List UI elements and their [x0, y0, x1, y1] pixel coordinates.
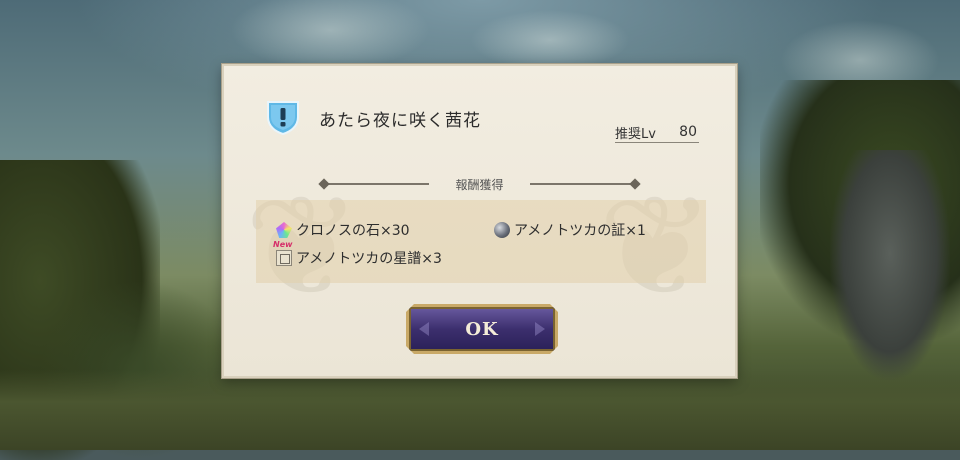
- recommended-level-label: 推奨Lv: [615, 126, 656, 142]
- background-grass: [0, 370, 960, 450]
- chronos-stone-icon: [276, 222, 292, 238]
- reward-label: アメノトツカの証×1: [514, 223, 646, 239]
- shield-exclamation-icon: [267, 101, 299, 135]
- reward-list: クロノスの石×30 アメノトツカの証×1 New アメノトツカの星譜×3: [256, 200, 706, 283]
- cloud: [470, 10, 630, 70]
- section-title: 報酬獲得: [455, 178, 504, 192]
- recommended-level: 推奨Lv 80: [615, 122, 699, 143]
- background-rock: [830, 150, 950, 380]
- reward-label: クロノスの石×30: [296, 223, 410, 239]
- ok-button-label: OK: [465, 318, 499, 340]
- ok-button[interactable]: OK: [406, 304, 558, 354]
- reward-item: クロノスの石×30: [276, 220, 410, 240]
- reward-label: アメノトツカの星譜×3: [296, 251, 442, 267]
- reward-item: New アメノトツカの星譜×3: [273, 240, 442, 268]
- orb-icon: [494, 222, 510, 238]
- quest-title: あたら夜に咲く茜花: [319, 111, 481, 131]
- new-badge: New: [273, 240, 293, 249]
- reward-dialog: ❦ ❦ あたら夜に咲く茜花 推奨Lv 80 報酬獲得 クロノスの石×30 アメノ…: [222, 64, 737, 378]
- score-book-icon: New: [273, 240, 293, 266]
- reward-item: アメノトツカの証×1: [494, 220, 646, 240]
- recommended-level-value: 80: [679, 124, 697, 140]
